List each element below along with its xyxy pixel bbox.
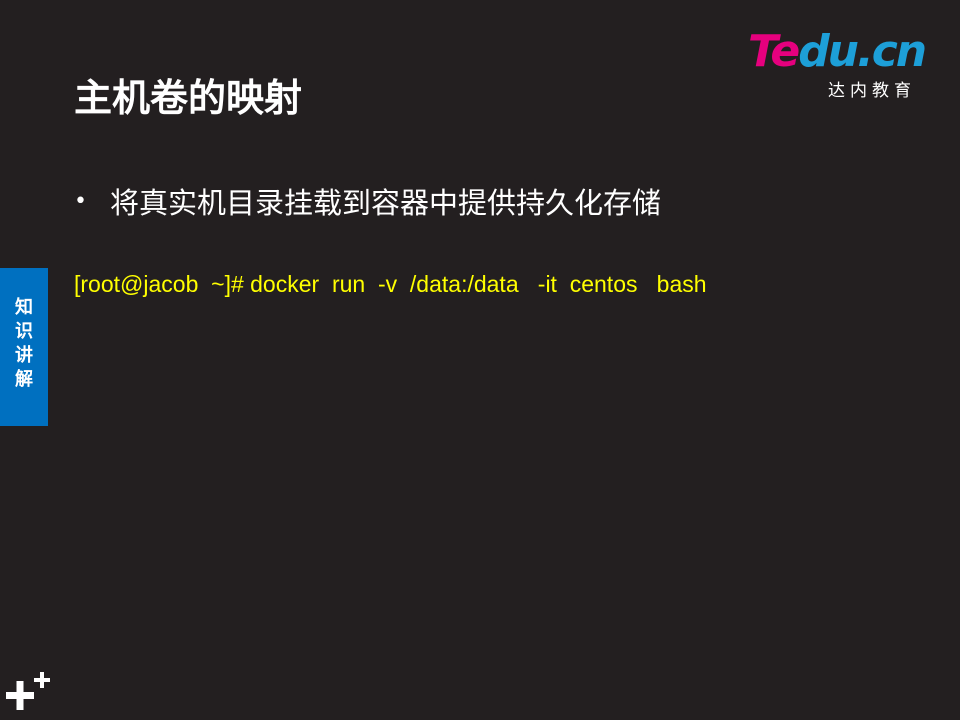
logo-wordmark: Tedu.cn	[748, 26, 927, 77]
bullet-symbol: •	[74, 188, 87, 214]
logo-wordmark-part2: du.cn	[798, 26, 927, 77]
tedu-logo: Tedu.cn 达内教育	[748, 26, 938, 102]
bullet-item: • 将真实机目录挂载到容器中提供持久化存储	[74, 181, 661, 221]
logo-subtitle: 达内教育	[828, 81, 916, 101]
slide-title: 主机卷的映射	[74, 76, 303, 120]
command-line: [root@jacob ~]# docker run -v /data:/dat…	[74, 271, 707, 297]
logo-wordmark-part1: Te	[748, 26, 800, 77]
bullet-text: 将真实机目录挂载到容器中提供持久化存储	[110, 186, 662, 220]
side-tab-label: 知 识 讲 解	[15, 297, 33, 390]
slide: Tedu.cn 达内教育 主机卷的映射 • 将真实机目录挂载到容器中提供持久化存…	[0, 0, 960, 720]
plus-plus-icon	[6, 672, 50, 710]
side-tab-knowledge: 知 识 讲 解	[0, 268, 48, 426]
